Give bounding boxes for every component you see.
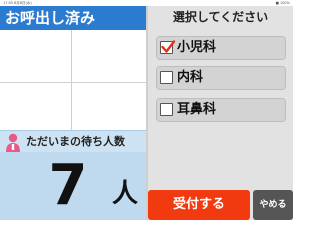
- waiting-label: ただいまの待ち人数: [26, 135, 125, 148]
- select-header: 選択してください: [172, 10, 269, 24]
- option-label: 耳鼻科: [177, 102, 217, 117]
- called-numbers-grid: [0, 30, 146, 130]
- called-title: お呼出し済み: [5, 9, 96, 27]
- option-internal-medicine[interactable]: 内科: [156, 66, 286, 90]
- department-select-panel: 選択してください 小児科 内科 耳鼻科: [148, 6, 293, 220]
- waiting-count-panel: 7 人: [0, 152, 146, 220]
- option-label: 小児科: [177, 40, 217, 55]
- waiting-unit: 人: [112, 179, 139, 209]
- option-label: 内科: [177, 70, 204, 85]
- waiting-count: 7: [48, 153, 88, 218]
- person-icon: [6, 133, 20, 152]
- option-ent[interactable]: 耳鼻科: [156, 98, 286, 122]
- waiting-header: ただいまの待ち人数: [0, 130, 146, 153]
- called-header: お呼出し済み: [0, 6, 148, 30]
- accept-button[interactable]: 受付する: [148, 190, 250, 220]
- cancel-button[interactable]: やめる: [253, 190, 293, 220]
- grid-divider-horizontal: [0, 82, 146, 83]
- checkbox-checked[interactable]: [160, 40, 176, 54]
- checkbox-unchecked[interactable]: [160, 103, 173, 116]
- checkbox-unchecked[interactable]: [160, 71, 173, 84]
- option-pediatrics[interactable]: 小児科: [156, 36, 286, 60]
- grid-divider-vertical: [71, 30, 72, 130]
- check-icon: [161, 40, 176, 53]
